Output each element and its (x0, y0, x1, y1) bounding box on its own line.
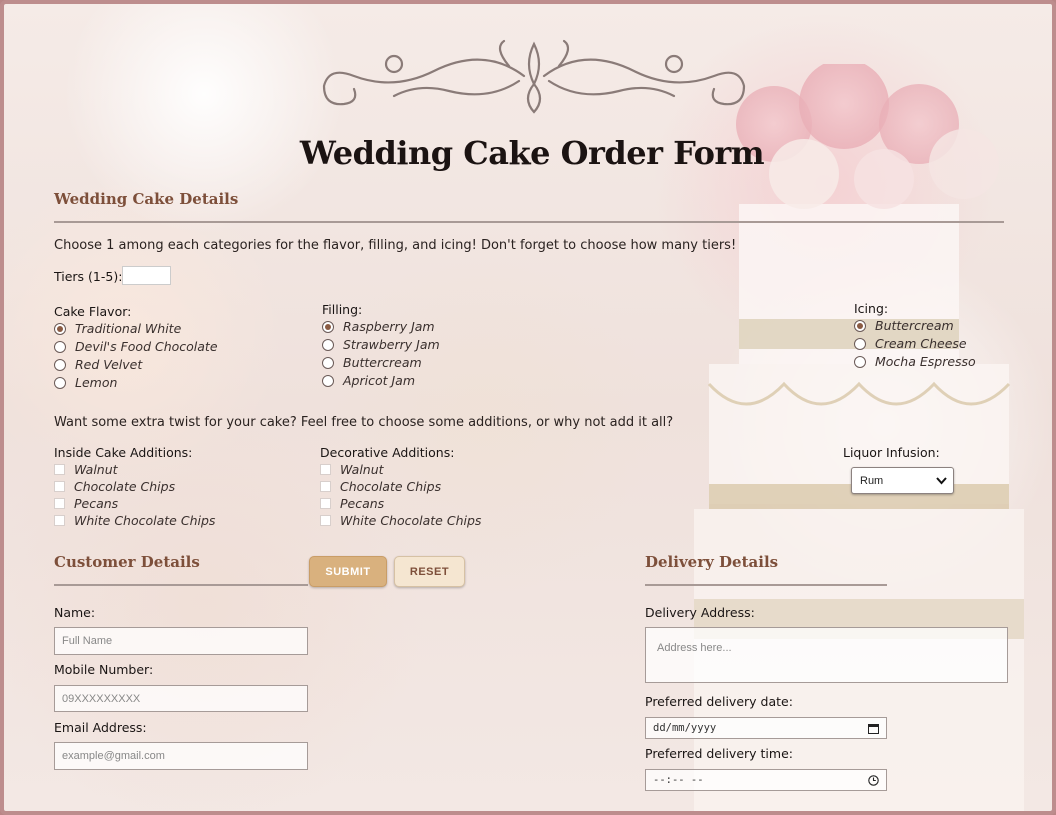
flavor-option-label: Red Velvet (75, 357, 143, 372)
icing-label: Icing: (854, 301, 889, 316)
mobile-label: Mobile Number: (54, 662, 154, 677)
flavor-radio[interactable] (54, 340, 66, 353)
inside-addition-checkbox[interactable] (54, 515, 65, 526)
icing-option[interactable]: Cream Cheese (854, 336, 967, 351)
delivery-details-heading: Delivery Details (645, 553, 779, 571)
filling-option-label: Buttercream (343, 355, 422, 370)
icing-option-label: Buttercream (875, 318, 954, 333)
icing-option[interactable]: Mocha Espresso (854, 354, 976, 369)
additions-prompt: Want some extra twist for your cake? Fee… (54, 415, 674, 430)
icing-option-label: Cream Cheese (875, 336, 967, 351)
address-textarea[interactable]: Address here... (645, 627, 1008, 683)
inside-addition-label: Pecans (74, 496, 119, 511)
mobile-input[interactable]: 09XXXXXXXXX (54, 685, 308, 712)
decorative-addition-checkbox[interactable] (320, 515, 331, 526)
decorative-addition-checkbox[interactable] (320, 498, 331, 509)
reset-button[interactable]: RESET (394, 556, 465, 587)
calendar-icon[interactable] (868, 723, 879, 734)
icing-radio[interactable] (854, 337, 866, 350)
date-input[interactable]: dd/mm/yyyy (645, 717, 887, 739)
flavor-radio[interactable] (54, 358, 66, 371)
flavor-radio[interactable] (54, 322, 66, 335)
decorative-addition-option[interactable]: Walnut (320, 462, 384, 477)
inside-addition-option[interactable]: White Chocolate Chips (54, 513, 215, 528)
filling-option-label: Raspberry Jam (343, 319, 435, 334)
icing-radio[interactable] (854, 319, 866, 332)
page-title: Wedding Cake Order Form (299, 134, 765, 172)
inside-addition-checkbox[interactable] (54, 481, 65, 492)
inside-addition-checkbox[interactable] (54, 498, 65, 509)
inside-additions-label: Inside Cake Additions: (54, 445, 193, 460)
flavor-option[interactable]: Traditional White (54, 321, 181, 336)
tiers-label: Tiers (1-5): (54, 269, 123, 284)
filling-option[interactable]: Raspberry Jam (322, 319, 435, 334)
icing-option-label: Mocha Espresso (875, 354, 976, 369)
flavor-option-label: Devil's Food Chocolate (75, 339, 218, 354)
date-label: Preferred delivery date: (645, 694, 793, 709)
time-input[interactable]: --:-- -- (645, 769, 887, 791)
inside-addition-option[interactable]: Pecans (54, 496, 118, 511)
decorative-addition-label: Walnut (340, 462, 384, 477)
inside-addition-label: Chocolate Chips (74, 479, 176, 494)
time-label: Preferred delivery time: (645, 746, 793, 761)
flavor-option[interactable]: Red Velvet (54, 357, 142, 372)
email-input[interactable]: example@gmail.com (54, 742, 308, 770)
flavor-option-label: Traditional White (75, 321, 182, 336)
email-label: Email Address: (54, 720, 147, 735)
filling-option-label: Apricot Jam (343, 373, 416, 388)
tiers-input[interactable] (122, 266, 171, 285)
decorative-addition-label: White Chocolate Chips (340, 513, 482, 528)
section-divider (54, 584, 308, 586)
time-placeholder: --:-- -- (653, 774, 704, 786)
filling-radio[interactable] (322, 356, 334, 369)
decorative-additions-label: Decorative Additions: (320, 445, 455, 460)
icing-radio[interactable] (854, 355, 866, 368)
section-divider (54, 221, 1004, 223)
inside-addition-option[interactable]: Walnut (54, 462, 118, 477)
inside-addition-option[interactable]: Chocolate Chips (54, 479, 175, 494)
filling-option[interactable]: Strawberry Jam (322, 337, 440, 352)
liquor-select[interactable]: Rum (851, 467, 954, 494)
cake-details-heading: Wedding Cake Details (54, 190, 239, 208)
decorative-addition-option[interactable]: White Chocolate Chips (320, 513, 481, 528)
inside-addition-label: Walnut (74, 462, 118, 477)
address-label: Delivery Address: (645, 605, 755, 620)
liquor-label: Liquor Infusion: (843, 445, 940, 460)
decorative-addition-checkbox[interactable] (320, 481, 331, 492)
filling-radio[interactable] (322, 338, 334, 351)
section-divider (645, 584, 887, 586)
filling-option[interactable]: Apricot Jam (322, 373, 415, 388)
clock-icon[interactable] (868, 774, 879, 786)
filling-option[interactable]: Buttercream (322, 355, 422, 370)
customer-details-heading: Customer Details (54, 553, 200, 571)
filling-label: Filling: (322, 302, 363, 317)
flavor-option-label: Lemon (75, 375, 118, 390)
submit-button[interactable]: SUBMIT (309, 556, 387, 587)
name-label: Name: (54, 605, 96, 620)
decorative-addition-option[interactable]: Chocolate Chips (320, 479, 441, 494)
form-frame: Wedding Cake Order Form Wedding Cake Det… (0, 0, 1056, 815)
cake-flavor-label: Cake Flavor: (54, 304, 132, 319)
flavor-option[interactable]: Devil's Food Chocolate (54, 339, 218, 354)
name-input[interactable]: Full Name (54, 627, 308, 655)
flavor-option[interactable]: Lemon (54, 375, 117, 390)
date-placeholder: dd/mm/yyyy (653, 722, 717, 734)
flourish-ornament-icon (322, 39, 746, 114)
decorative-addition-option[interactable]: Pecans (320, 496, 384, 511)
instructions-text: Choose 1 among each categories for the f… (54, 238, 737, 253)
filling-option-label: Strawberry Jam (343, 337, 440, 352)
decorative-addition-checkbox[interactable] (320, 464, 331, 475)
liquor-select-value: Rum (860, 474, 884, 487)
inside-addition-checkbox[interactable] (54, 464, 65, 475)
chevron-down-icon (936, 476, 947, 484)
flavor-radio[interactable] (54, 376, 66, 389)
decorative-addition-label: Pecans (340, 496, 385, 511)
inside-addition-label: White Chocolate Chips (74, 513, 216, 528)
decorative-addition-label: Chocolate Chips (340, 479, 442, 494)
filling-radio[interactable] (322, 320, 334, 333)
filling-radio[interactable] (322, 374, 334, 387)
icing-option[interactable]: Buttercream (854, 318, 954, 333)
